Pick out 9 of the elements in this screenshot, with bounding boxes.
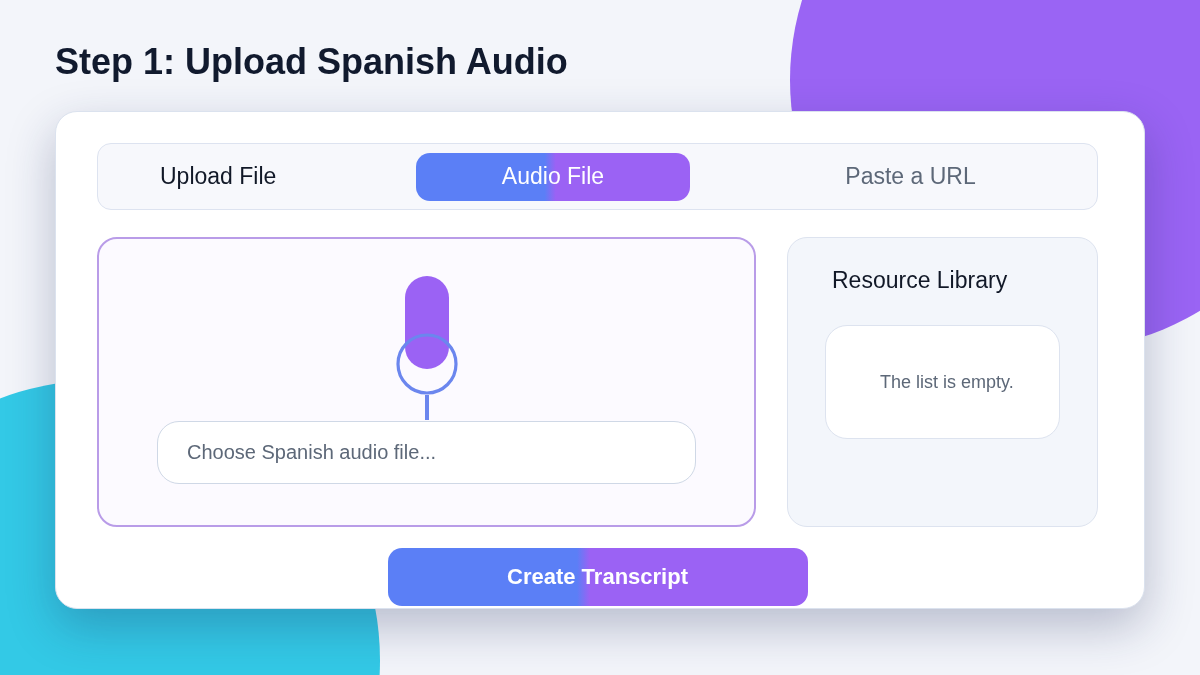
create-transcript-button[interactable]: Create Transcript bbox=[387, 548, 808, 606]
source-tab[interactable]: Audio File bbox=[416, 152, 690, 201]
microphone-icon bbox=[395, 276, 458, 420]
source-label: Upload File bbox=[160, 163, 277, 190]
page-heading: Step 1: Upload Spanish Audio bbox=[55, 42, 568, 82]
file-input-field[interactable]: Choose Spanish audio file... bbox=[157, 421, 696, 484]
library-title: Resource Library bbox=[832, 266, 1008, 295]
empty-list-message: The list is empty. bbox=[880, 371, 1014, 393]
source-tab[interactable]: Paste a URL bbox=[837, 152, 984, 201]
